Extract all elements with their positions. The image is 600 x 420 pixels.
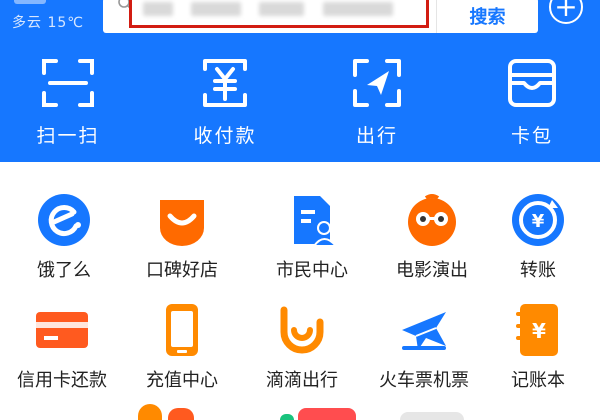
alipay-home-screen: 多云 15℃ 搜索 + 扫一扫 收付款 出行 卡包 饿了么 口碑好店 市民中心 … xyxy=(0,0,600,420)
app-label: 火车票机票 xyxy=(379,370,469,391)
app-label: 充值中心 xyxy=(146,370,218,391)
quick-action-travel[interactable]: 出行 xyxy=(317,55,437,148)
recharge-icon xyxy=(166,304,198,356)
quick-action-pay-receive[interactable]: 收付款 xyxy=(165,55,285,148)
app-label: 记账本 xyxy=(511,370,565,391)
app-label: 电影演出 xyxy=(396,260,468,281)
quick-action-label: 出行 xyxy=(355,125,398,147)
app-icon-partial xyxy=(400,412,464,420)
app-label: 饿了么 xyxy=(37,260,91,281)
app-recharge[interactable]: 充值中心 xyxy=(122,302,242,392)
app-icon-partial xyxy=(280,414,294,420)
citizen-center-icon xyxy=(294,196,339,247)
app-badge-partial xyxy=(298,408,356,420)
app-eleme[interactable]: 饿了么 xyxy=(4,192,124,282)
app-didi[interactable]: 滴滴出行 xyxy=(242,302,362,392)
weather-text: 多云 15℃ xyxy=(12,15,84,31)
app-icon-partial xyxy=(138,404,162,420)
add-button[interactable]: + xyxy=(549,0,583,24)
app-ledger[interactable]: ¥ 记账本 xyxy=(478,302,598,392)
pay-receive-icon xyxy=(203,59,247,107)
card-wallet-icon xyxy=(508,59,556,107)
ledger-icon: ¥ xyxy=(516,304,558,356)
search-highlight-box xyxy=(129,0,429,28)
koubei-icon xyxy=(160,200,204,246)
quick-action-card-wallet[interactable]: 卡包 xyxy=(472,55,592,148)
didi-icon xyxy=(280,306,324,354)
search-button[interactable]: 搜索 xyxy=(436,0,538,33)
search-bar[interactable]: 搜索 xyxy=(103,0,538,33)
quick-action-label: 卡包 xyxy=(510,125,553,147)
scan-icon xyxy=(42,59,94,107)
app-citizen-center[interactable]: 市民中心 xyxy=(252,192,372,282)
transfer-icon: ¥ xyxy=(512,194,564,246)
app-label: 市民中心 xyxy=(276,260,348,281)
app-koubei[interactable]: 口碑好店 xyxy=(122,192,242,282)
app-icon-partial xyxy=(168,408,194,420)
credit-card-icon xyxy=(36,312,88,348)
quick-action-label: 扫一扫 xyxy=(36,125,100,147)
svg-text:¥: ¥ xyxy=(532,211,545,232)
app-label: 信用卡还款 xyxy=(17,370,107,391)
svg-text:¥: ¥ xyxy=(532,319,546,343)
app-train-plane[interactable]: 火车票机票 xyxy=(364,302,484,392)
app-label: 转账 xyxy=(520,260,556,281)
app-grid: 饿了么 口碑好店 市民中心 电影演出 ¥ 转账 信用卡还款 充值中心 滴滴出行 … xyxy=(0,162,600,420)
app-credit-card[interactable]: 信用卡还款 xyxy=(2,302,122,392)
train-plane-icon xyxy=(402,312,446,350)
app-transfer[interactable]: ¥ 转账 xyxy=(478,192,598,282)
app-label: 口碑好店 xyxy=(146,260,218,281)
travel-icon xyxy=(353,59,401,107)
quick-action-scan[interactable]: 扫一扫 xyxy=(8,55,128,148)
app-movie-show[interactable]: 电影演出 xyxy=(372,192,492,282)
movie-show-icon xyxy=(408,194,456,246)
app-label: 滴滴出行 xyxy=(266,370,338,391)
quick-action-label: 收付款 xyxy=(193,125,257,147)
top-header: 多云 15℃ 搜索 + 扫一扫 收付款 出行 卡包 xyxy=(0,0,600,162)
eleme-icon xyxy=(38,194,90,246)
city-label-partial xyxy=(14,0,46,4)
